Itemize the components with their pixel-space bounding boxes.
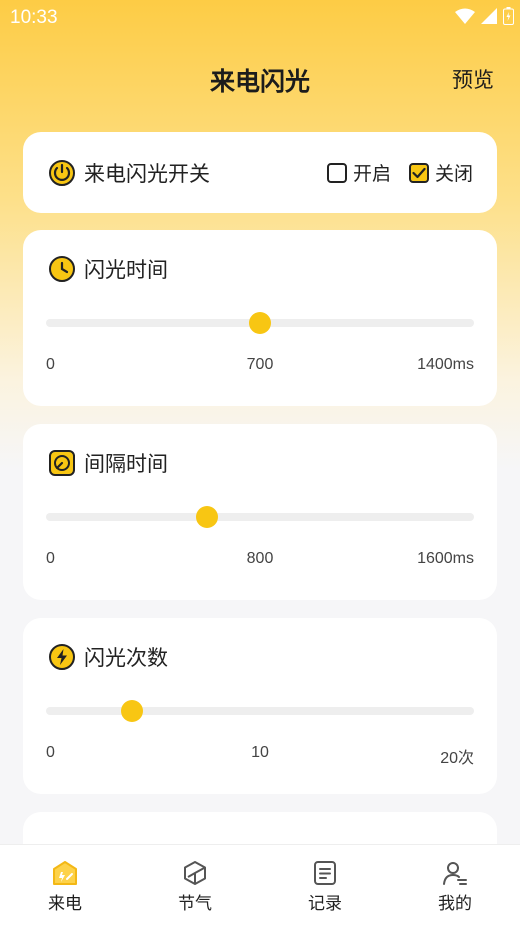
switch-off-label: 关闭: [434, 163, 473, 185]
tab-call[interactable]: 来电: [0, 845, 130, 925]
flash-count-card: 闪光次数 0 10 20次: [23, 618, 497, 794]
wifi-icon: [455, 8, 475, 24]
interval-slider[interactable]: [46, 506, 474, 528]
interval-card: 间隔时间 0 800 1600ms: [23, 424, 497, 600]
tab-records-label: 记录: [308, 894, 342, 914]
status-bar: 10:33: [0, 0, 520, 36]
scale-min-label: 0: [46, 744, 55, 761]
preview-button[interactable]: 预览: [452, 64, 494, 94]
tab-solar-terms[interactable]: 节气: [130, 845, 260, 925]
interval-thumb[interactable]: [195, 506, 218, 528]
scale-mid-label: 10: [251, 744, 269, 761]
page-title: 来电闪光: [209, 67, 310, 96]
call-flash-icon: [53, 861, 77, 885]
flash-duration-scale: 0 700 1400ms: [46, 356, 474, 378]
tab-solar-terms-label: 节气: [178, 894, 212, 914]
switch-on-option[interactable]: 开启: [326, 159, 391, 186]
flash-count-slider[interactable]: [46, 700, 474, 722]
switch-off-option[interactable]: 关闭: [408, 159, 473, 186]
person-icon: [443, 862, 467, 885]
flash-count-thumb[interactable]: [120, 700, 143, 722]
tab-mine-label: 我的: [438, 894, 472, 914]
switch-off-checkbox[interactable]: [408, 162, 429, 183]
signal-icon: [481, 8, 497, 24]
app-header: 来电闪光 预览: [0, 50, 520, 110]
tab-mine[interactable]: 我的: [390, 845, 520, 925]
document-icon: [314, 861, 336, 885]
power-icon: [49, 159, 75, 186]
scale-mid-label: 800: [246, 550, 274, 567]
scale-max-label: 1600ms: [417, 550, 474, 567]
lightning-icon: [49, 644, 75, 670]
flash-switch-card: 来电闪光开关 开启 关闭: [23, 132, 497, 213]
flash-switch-title: 来电闪光开关: [84, 161, 210, 186]
scale-max-label: 1400ms: [417, 356, 474, 373]
clock-icon: [49, 256, 75, 282]
checkmark-icon: [412, 167, 426, 178]
scale-min-label: 0: [46, 356, 55, 373]
interval-scale: 0 800 1600ms: [46, 550, 474, 572]
flash-duration-thumb[interactable]: [249, 312, 271, 334]
scale-max-label: 20次: [440, 750, 474, 767]
status-time: 10:33: [10, 7, 58, 28]
flash-count-scale: 0 10 20次: [46, 744, 474, 767]
battery-icon: [503, 7, 514, 25]
flash-duration-title: 闪光时间: [84, 258, 168, 282]
switch-on-checkbox[interactable]: [326, 162, 347, 183]
tab-records[interactable]: 记录: [260, 845, 390, 925]
interval-title: 间隔时间: [84, 452, 168, 476]
flash-count-title: 闪光次数: [84, 646, 168, 670]
switch-on-label: 开启: [352, 163, 391, 185]
tab-call-label: 来电: [48, 894, 82, 914]
status-icons: [455, 7, 514, 25]
scale-mid-label: 700: [246, 356, 274, 373]
bottom-tab-bar: 来电 节气 记录 我的: [0, 844, 520, 925]
cube-icon: [184, 861, 206, 885]
flash-duration-slider[interactable]: [46, 312, 474, 334]
scale-min-label: 0: [46, 550, 55, 567]
timer-icon: [49, 450, 75, 476]
flash-duration-card: 闪光时间 0 700 1400ms: [23, 230, 497, 406]
